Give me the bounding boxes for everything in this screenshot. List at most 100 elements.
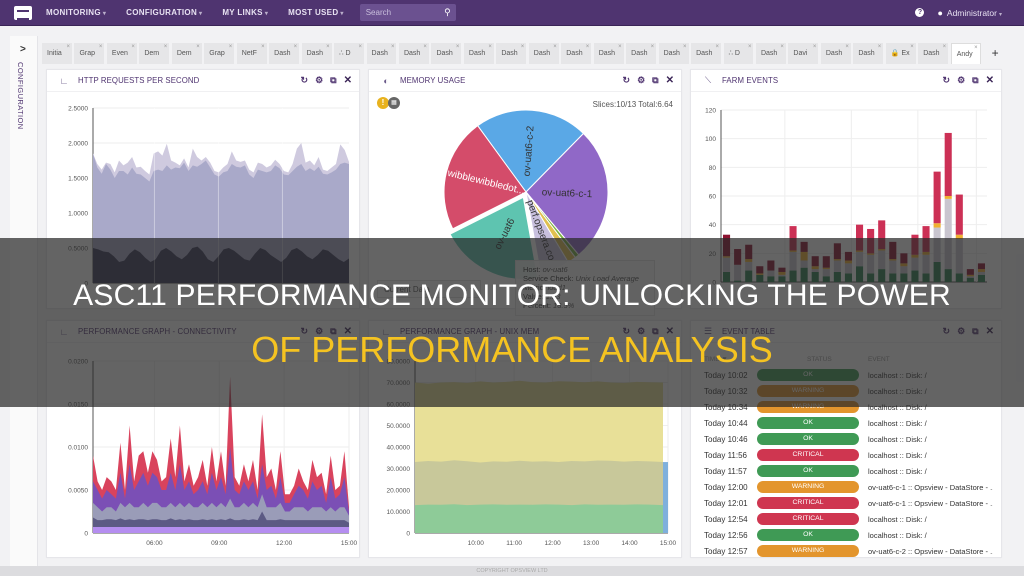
dashboard-tab[interactable]: Even × [106, 43, 137, 64]
bar-segment-warning[interactable] [944, 196, 952, 199]
dashboard-tab[interactable]: Dash × [496, 43, 527, 64]
tab-close-icon[interactable]: × [326, 43, 330, 58]
tab-close-icon[interactable]: × [521, 43, 525, 58]
dashboard-tab[interactable]: Grap × [74, 43, 105, 64]
tab-close-icon[interactable]: × [164, 43, 168, 58]
table-row[interactable]: Today 11:56 CRITICAL localhost :: Disk: / [699, 447, 1001, 463]
dashboard-tab[interactable]: Dash × [853, 43, 884, 64]
refresh-icon[interactable]: ↻ [301, 75, 309, 86]
close-icon[interactable]: ✕ [666, 75, 674, 86]
nav-most-used[interactable]: MOST USED ▾ [288, 8, 344, 17]
close-icon[interactable]: ✕ [986, 75, 994, 86]
tab-close-icon[interactable]: × [261, 43, 265, 58]
tab-close-icon[interactable]: × [423, 43, 427, 58]
tab-close-icon[interactable]: × [878, 43, 882, 58]
gear-icon[interactable]: ⚙ [315, 75, 323, 86]
dashboard-tab[interactable]: Dash × [398, 43, 429, 64]
tab-close-icon[interactable]: × [618, 43, 622, 58]
help-icon[interactable]: ? [915, 8, 925, 17]
event-description[interactable]: ov-uat6-c-2 :: Opsview - DataStore - ... [868, 547, 993, 556]
refresh-icon[interactable]: ↻ [943, 75, 951, 86]
tab-close-icon[interactable]: × [99, 43, 103, 58]
table-row[interactable]: Today 12:00 WARNING ov-uat6-c-1 :: Opsview… [699, 479, 1001, 495]
dashboard-tab[interactable]: ∴ D × [723, 43, 754, 64]
dashboard-tab[interactable]: Dash × [463, 43, 494, 64]
table-row[interactable]: Today 10:44 OK localhost :: Disk: / [699, 415, 1001, 431]
table-row[interactable]: Today 12:56 OK localhost :: Disk: / [699, 527, 1001, 543]
event-description[interactable]: localhost :: Disk: / [868, 419, 993, 428]
table-row[interactable]: Today 12:01 CRITICAL ov-uat6-c-1 :: Opsvie… [699, 495, 1001, 511]
tab-close-icon[interactable]: × [131, 43, 135, 58]
popout-icon[interactable]: ⧉ [972, 75, 978, 86]
dashboard-tab[interactable]: Dash × [366, 43, 397, 64]
sidebar-label[interactable]: CONFIGURATION [16, 62, 25, 130]
dashboard-tab[interactable]: Dash × [820, 43, 851, 64]
bar-segment-critical[interactable] [944, 132, 952, 196]
table-row[interactable]: Today 10:46 OK localhost :: Disk: / [699, 431, 1001, 447]
dashboard-tab[interactable]: Dem × [171, 43, 202, 64]
tab-close-icon[interactable]: × [196, 43, 200, 58]
event-description[interactable]: localhost :: Disk: / [868, 451, 993, 460]
table-row[interactable]: Today 12:54 CRITICAL localhost :: Disk: / [699, 511, 1001, 527]
table-row[interactable]: Today 12:57 WARNING ov-uat6-c-2 :: Opsview… [699, 543, 1001, 559]
tab-close-icon[interactable]: × [943, 43, 947, 58]
nav-my-links[interactable]: MY LINKS ▾ [222, 8, 268, 17]
dashboard-tab[interactable]: Grap × [204, 43, 235, 64]
dashboard-tab[interactable]: Dash × [918, 43, 949, 64]
tab-close-icon[interactable]: × [683, 43, 687, 58]
tab-close-icon[interactable]: × [294, 43, 298, 58]
app-logo[interactable] [14, 5, 32, 20]
nav-monitoring[interactable]: MONITORING ▾ [46, 8, 106, 17]
dashboard-tab[interactable]: Dash × [658, 43, 689, 64]
tab-close-icon[interactable]: × [813, 43, 817, 58]
dashboard-tab[interactable]: Initia × [42, 43, 72, 64]
event-description[interactable]: localhost :: Disk: / [868, 467, 993, 476]
popout-icon[interactable]: ⧉ [652, 75, 658, 86]
event-description[interactable]: localhost :: Disk: / [868, 531, 993, 540]
tab-close-icon[interactable]: × [974, 44, 978, 59]
gear-icon[interactable]: ⚙ [637, 75, 645, 86]
table-row[interactable]: Today 11:57 OK localhost :: Disk: / [699, 463, 1001, 479]
search-icon[interactable]: ⚲ [444, 7, 451, 18]
dashboard-tab[interactable]: Andy × [950, 43, 981, 64]
search-input[interactable] [365, 8, 436, 17]
dashboard-tab[interactable]: Dash × [528, 43, 559, 64]
dashboard-tab[interactable]: Dem × [139, 43, 170, 64]
tab-close-icon[interactable]: × [910, 43, 914, 58]
tab-close-icon[interactable]: × [391, 43, 395, 58]
dashboard-tab[interactable]: NetF × [236, 43, 267, 64]
dashboard-tab[interactable]: Davi × [788, 43, 819, 64]
dashboard-tab[interactable]: Dash × [691, 43, 722, 64]
nav-configuration[interactable]: CONFIGURATION ▾ [126, 8, 202, 17]
user-menu[interactable]: Administrator ▾ [947, 8, 1002, 18]
tab-close-icon[interactable]: × [456, 43, 460, 58]
bar-segment-critical[interactable] [955, 194, 963, 235]
dashboard-tab[interactable]: Dash × [561, 43, 592, 64]
dashboard-tab[interactable]: ∴ D × [334, 43, 365, 64]
sidebar-toggle-chevron-icon[interactable]: > [20, 44, 26, 55]
tab-close-icon[interactable]: × [780, 43, 784, 58]
tab-close-icon[interactable]: × [553, 43, 557, 58]
close-icon[interactable]: ✕ [344, 75, 352, 86]
popout-icon[interactable]: ⧉ [330, 75, 336, 86]
dashboard-tab[interactable]: Dash × [593, 43, 624, 64]
event-description[interactable]: ov-uat6-c-1 :: Opsview - DataStore - ... [868, 499, 993, 508]
tab-close-icon[interactable]: × [845, 43, 849, 58]
event-description[interactable]: localhost :: Disk: / [868, 515, 993, 524]
tab-close-icon[interactable]: × [488, 43, 492, 58]
refresh-icon[interactable]: ↻ [623, 75, 631, 86]
dashboard-tab[interactable]: Dash × [431, 43, 462, 64]
tab-close-icon[interactable]: × [748, 43, 752, 58]
tab-close-icon[interactable]: × [586, 43, 590, 58]
dashboard-tab[interactable]: Dash × [755, 43, 786, 64]
tab-close-icon[interactable]: × [66, 43, 70, 58]
tab-close-icon[interactable]: × [651, 43, 655, 58]
add-tab-button[interactable]: + [986, 43, 1004, 64]
tab-close-icon[interactable]: × [229, 43, 233, 58]
tab-close-icon[interactable]: × [359, 43, 363, 58]
dashboard-tab[interactable]: Dash × [626, 43, 657, 64]
bar-segment-warning[interactable] [933, 223, 941, 228]
event-description[interactable]: localhost :: Disk: / [868, 435, 993, 444]
bar-segment-critical[interactable] [933, 171, 941, 224]
tab-close-icon[interactable]: × [716, 43, 720, 58]
